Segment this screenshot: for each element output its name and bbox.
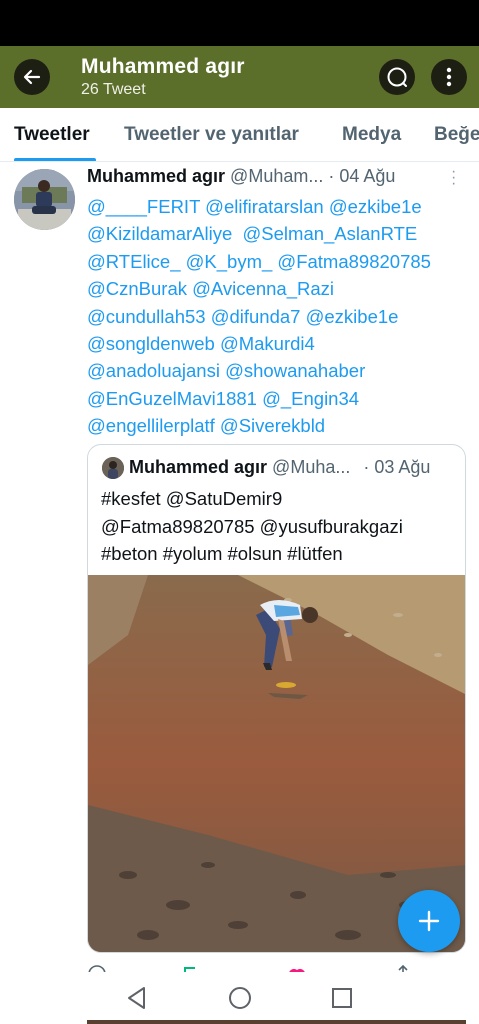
tab-media[interactable]: Medya — [342, 124, 401, 146]
status-bar — [0, 0, 479, 46]
home-circle-icon[interactable] — [227, 985, 253, 1011]
back-button[interactable] — [14, 59, 50, 95]
mention-line[interactable]: @cundullah53 @difunda7 @ezkibe1e — [87, 303, 472, 330]
tweet-options-icon[interactable]: · · · — [451, 164, 456, 192]
quoted-text: #kesfet @SatuDemir9 @Fatma89820785 @yusu… — [101, 485, 456, 568]
recents-square-icon[interactable] — [329, 985, 355, 1011]
tweet-date[interactable]: · 04 Ağu — [328, 166, 395, 186]
active-tab-indicator — [14, 158, 96, 161]
quoted-date: · 03 Ağu — [363, 457, 431, 477]
mention-line[interactable]: @anadoluajansi @showanahaber — [87, 357, 472, 384]
search-button[interactable] — [379, 59, 415, 95]
plus-icon — [418, 910, 440, 932]
tweet-mentions: @____FERIT @elifiratarslan @ezkibe1e @Ki… — [87, 193, 472, 440]
mention-line[interactable]: @CznBurak @Avicenna_Razi — [87, 275, 472, 302]
tweet-count: 26 Tweet — [81, 81, 146, 98]
back-triangle-icon[interactable] — [124, 985, 150, 1011]
system-navigation-bar — [0, 972, 479, 1024]
avatar[interactable] — [14, 169, 75, 230]
more-button[interactable] — [431, 59, 467, 95]
compose-tweet-button[interactable] — [398, 890, 460, 952]
quoted-tweet[interactable]: Muhammed agır @Muha... · 03 Ağu #kesfet … — [87, 444, 466, 953]
profile-tabs: Tweetler Tweetler ve yanıtlar Medya Beğe — [0, 108, 479, 162]
quoted-author-handle: @Muha... — [272, 457, 351, 477]
profile-header: Muhammed agır 26 Tweet — [0, 46, 479, 108]
mention-line[interactable]: @____FERIT @elifiratarslan @ezkibe1e — [87, 193, 472, 220]
next-tweet-media-edge — [87, 1020, 466, 1024]
mention-line[interactable]: @songldenweb @Makurdi4 — [87, 330, 472, 357]
mention-line[interactable]: @RTElice_ @K_bym_ @Fatma89820785 — [87, 248, 472, 275]
more-vertical-icon — [446, 67, 452, 87]
quoted-text-line: #kesfet @SatuDemir9 — [101, 488, 283, 509]
quoted-text-line: #beton #yolum #olsun #lütfen — [101, 543, 343, 564]
mention-line[interactable]: @KizildamarAliye @Selman_AslanRTE — [87, 220, 472, 247]
tab-tweets[interactable]: Tweetler — [14, 124, 90, 146]
mention-line[interactable]: @engellilerplatf @Siverekbld — [87, 412, 472, 439]
quoted-text-line: @Fatma89820785 @yusufburakgazi — [101, 515, 403, 537]
quoted-avatar — [102, 457, 124, 479]
tab-likes[interactable]: Beğe — [434, 124, 479, 146]
author-name[interactable]: Muhammed agır — [87, 166, 225, 186]
author-handle[interactable]: @Muham... — [230, 166, 323, 186]
quoted-header: Muhammed agır @Muha... · 03 Ağu — [129, 457, 430, 478]
mention-line[interactable]: @EnGuzelMavi1881 @_Engin34 — [87, 385, 472, 412]
profile-name: Muhammed agır — [81, 55, 245, 78]
tab-tweets-and-replies[interactable]: Tweetler ve yanıtlar — [124, 124, 299, 146]
quoted-author-name: Muhammed agır — [129, 457, 268, 477]
search-icon — [387, 67, 407, 87]
arrow-left-icon — [23, 69, 41, 85]
tweet-header: Muhammed agır @Muham... · 04 Ağu — [87, 166, 467, 187]
